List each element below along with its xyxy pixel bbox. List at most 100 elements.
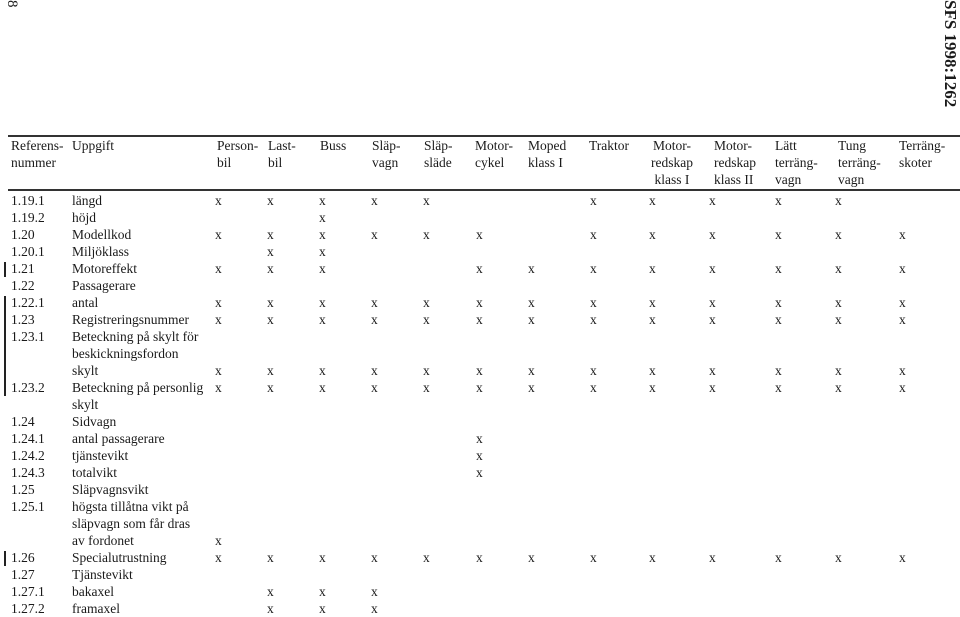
column-header: Släp- släde [424,138,453,170]
applicability-mark: x [319,380,326,395]
reference-number: 1.21 [11,261,35,276]
applicability-mark: x [835,363,842,378]
change-bar [4,296,6,396]
field-description: Tjänstevikt [72,567,133,582]
applicability-mark: x [899,261,906,276]
applicability-mark: x [476,312,483,327]
applicability-mark: x [709,193,716,208]
applicability-mark: x [528,312,535,327]
applicability-mark: x [590,261,597,276]
applicability-mark: x [319,227,326,242]
applicability-mark: x [215,363,222,378]
reference-number: 1.27 [11,567,35,582]
applicability-mark: x [371,295,378,310]
field-description: framaxel [72,601,120,616]
applicability-mark: x [215,261,222,276]
applicability-mark: x [649,312,656,327]
reference-number: 1.20 [11,227,35,242]
applicability-mark: x [835,312,842,327]
field-description: Passagerare [72,278,136,293]
column-header: Motor- cykel [475,138,513,170]
applicability-mark: x [476,465,483,480]
applicability-mark: x [835,380,842,395]
applicability-mark: x [709,227,716,242]
column-header: Motor- redskap klass I [651,138,693,187]
reference-number: 1.25 [11,482,35,497]
applicability-mark: x [267,193,274,208]
applicability-mark: x [709,295,716,310]
page-number: 8 [4,0,20,8]
applicability-mark: x [649,363,656,378]
applicability-mark: x [775,363,782,378]
reference-number: 1.20.1 [11,244,45,259]
reference-number: 1.23.2 [11,380,45,395]
applicability-mark: x [319,601,326,616]
applicability-mark: x [590,193,597,208]
applicability-mark: x [215,227,222,242]
applicability-mark: x [267,261,274,276]
applicability-mark: x [319,261,326,276]
field-description: Motoreffekt [72,261,137,276]
applicability-mark: x [476,431,483,446]
field-description: skylt [72,397,99,412]
reference-number: 1.23 [11,312,35,327]
column-header: Moped klass I [528,138,567,170]
applicability-mark: x [267,312,274,327]
field-description: Miljöklass [72,244,130,259]
applicability-mark: x [215,533,222,548]
field-description: Beteckning på skylt för [72,329,199,344]
applicability-mark: x [319,193,326,208]
applicability-mark: x [476,227,483,242]
applicability-mark: x [775,193,782,208]
applicability-mark: x [267,244,274,259]
applicability-mark: x [319,244,326,259]
applicability-mark: x [590,312,597,327]
applicability-mark: x [590,550,597,565]
applicability-mark: x [775,380,782,395]
reference-number: 1.22 [11,278,35,293]
applicability-mark: x [528,261,535,276]
applicability-mark: x [899,550,906,565]
column-header: Uppgift [72,138,114,153]
applicability-mark: x [267,584,274,599]
change-bar [4,262,6,277]
field-description: Släpvagnsvikt [72,482,149,497]
applicability-mark: x [423,380,430,395]
applicability-mark: x [528,550,535,565]
field-description: beskickningsfordon [72,346,179,361]
applicability-mark: x [371,227,378,242]
applicability-mark: x [590,380,597,395]
applicability-mark: x [371,312,378,327]
column-header: Last- bil [268,138,296,170]
applicability-mark: x [371,193,378,208]
field-description: Sidvagn [72,414,117,429]
applicability-mark: x [423,227,430,242]
field-description: Modellkod [72,227,132,242]
field-description: Beteckning på personlig [72,380,204,395]
column-header: Tung terräng- vagn [838,138,881,187]
applicability-mark: x [775,261,782,276]
column-header: Person- bil [217,138,259,170]
applicability-mark: x [835,295,842,310]
applicability-mark: x [835,227,842,242]
applicability-mark: x [423,193,430,208]
applicability-mark: x [649,227,656,242]
applicability-mark: x [835,193,842,208]
field-description: släpvagn som får dras [72,516,191,531]
field-description: antal [72,295,99,310]
applicability-mark: x [423,550,430,565]
column-header: Traktor [589,138,630,153]
applicability-mark: x [423,363,430,378]
applicability-mark: x [775,312,782,327]
applicability-mark: x [371,601,378,616]
applicability-mark: x [835,550,842,565]
applicability-mark: x [267,601,274,616]
applicability-mark: x [319,312,326,327]
applicability-mark: x [775,227,782,242]
applicability-mark: x [371,584,378,599]
applicability-mark: x [709,363,716,378]
applicability-mark: x [476,295,483,310]
applicability-mark: x [590,295,597,310]
reference-number: 1.23.1 [11,329,45,344]
reference-number: 1.27.2 [11,601,45,616]
